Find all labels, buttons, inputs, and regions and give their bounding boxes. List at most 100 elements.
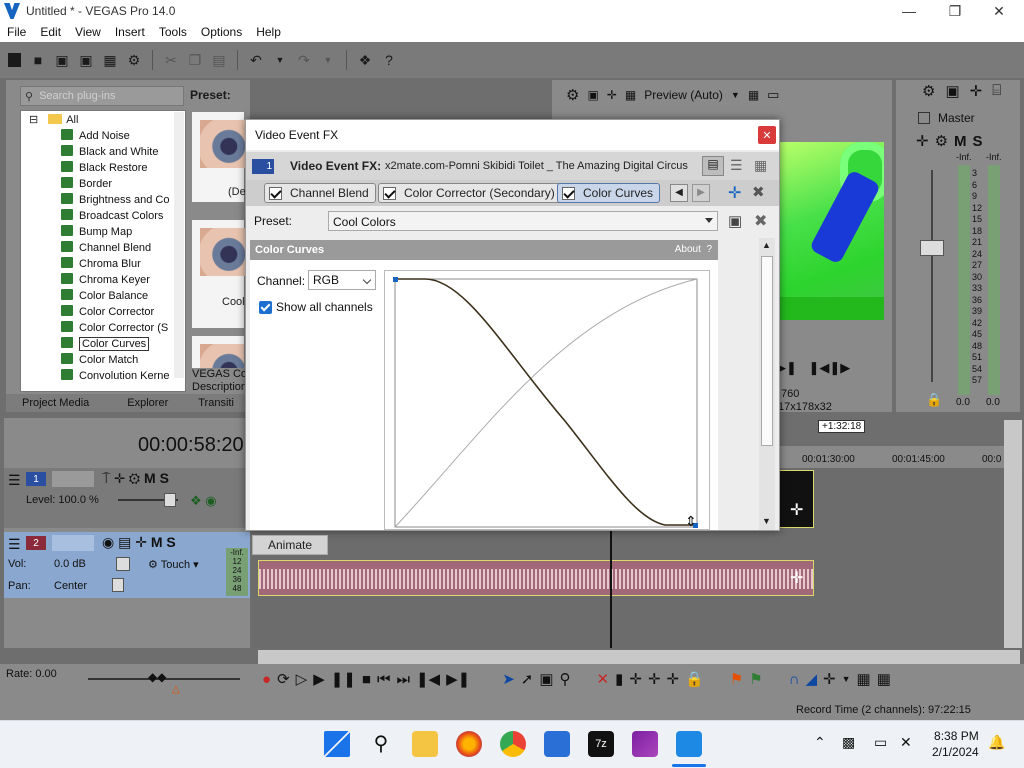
menu-view[interactable]: View	[68, 25, 108, 39]
plugin-item[interactable]: Border	[61, 177, 112, 190]
plugin-item[interactable]: Color Corrector (S	[61, 321, 168, 334]
grid-view-icon[interactable]: ▦	[754, 157, 767, 174]
menu-tools[interactable]: Tools	[152, 25, 194, 39]
open-folder-icon[interactable]: ■	[28, 50, 48, 70]
properties-gear-icon[interactable]: ⚙	[124, 50, 144, 70]
redo-history-icon[interactable]: ▼	[318, 50, 338, 70]
go-to-end-icon[interactable]: ⏭	[396, 671, 410, 688]
preset-dropdown[interactable]: Cool Colors	[328, 211, 718, 231]
zoom-tool-icon[interactable]: ⚲	[560, 670, 571, 688]
chrome-icon[interactable]	[500, 731, 526, 757]
play-from-start-icon[interactable]: ▷	[296, 670, 308, 688]
tab-transitions[interactable]: Transiti	[178, 397, 244, 409]
channel-dropdown[interactable]: RGB	[308, 270, 376, 290]
track-name-field[interactable]	[52, 535, 94, 551]
save-icon[interactable]: ▣	[52, 50, 72, 70]
7zip-icon[interactable]: 7z	[588, 731, 614, 757]
vegas-taskbar-icon[interactable]	[676, 731, 702, 757]
stop-icon[interactable]: ■	[362, 671, 371, 688]
redo-icon[interactable]: ↷	[294, 50, 314, 70]
ignore-grouping-icon[interactable]: ▦	[877, 670, 891, 688]
dialog-scrollbar[interactable]: ▲ ▼	[759, 238, 775, 530]
paste-icon[interactable]: ▤	[209, 50, 229, 70]
menu-options[interactable]: Options	[194, 25, 249, 39]
auto-crossfade-icon[interactable]: ◢	[805, 670, 817, 688]
auto-ripple-icon[interactable]: ✛	[823, 670, 836, 688]
mute-button[interactable]: M	[954, 133, 967, 150]
plugin-tree[interactable]: ⊟ All Add Noise Black and White Black Resto…	[20, 110, 186, 392]
notepad-icon[interactable]	[544, 731, 570, 757]
plugin-tree-scrollbar[interactable]	[174, 112, 184, 378]
fx-enable-checkbox[interactable]	[269, 186, 282, 200]
trim-end-icon[interactable]: ✛	[648, 670, 661, 688]
scroll-thumb[interactable]	[761, 256, 773, 446]
animate-button[interactable]: Animate	[252, 535, 328, 555]
collapse-track-icon[interactable]: ☰	[8, 472, 21, 489]
track-header-video[interactable]: ☰ 1 ⍑ ✛ ⚙ M S Level: 100.0 % ❖ ◉	[4, 468, 250, 528]
preset-thumbnail[interactable]	[192, 336, 244, 368]
chain-fx-color-corrector-secondary[interactable]: Color Corrector (Secondary)	[378, 183, 562, 203]
about-link[interactable]: About ?	[675, 244, 712, 255]
whats-this-help-icon[interactable]: ?	[379, 50, 399, 70]
rate-slider[interactable]: ◆◆	[148, 670, 166, 684]
plugin-item[interactable]: Add Noise	[61, 129, 130, 142]
lock-event-icon[interactable]: 🔒	[685, 670, 704, 688]
plugin-item[interactable]: Color Balance	[61, 289, 148, 302]
chain-view-icon[interactable]: ▤	[702, 156, 724, 176]
list-view-icon[interactable]: ☰	[730, 157, 743, 174]
normal-edit-tool-icon[interactable]: ➤	[502, 670, 515, 688]
volume-muted-icon[interactable]: ✕	[900, 734, 912, 751]
save-as-icon[interactable]: ▣	[76, 50, 96, 70]
audio-event[interactable]	[258, 560, 814, 596]
search-icon[interactable]: ⚲	[368, 731, 394, 757]
show-all-channels-checkbox[interactable]: Show all channels	[259, 300, 373, 314]
remove-fx-icon[interactable]: ✖	[752, 183, 765, 201]
fx-enable-checkbox[interactable]	[562, 186, 575, 200]
playhead[interactable]	[610, 530, 612, 648]
delete-preset-icon[interactable]: ✖	[754, 211, 767, 231]
new-file-icon[interactable]	[4, 50, 24, 70]
dialog-close-button[interactable]: ✕	[758, 126, 776, 144]
network-icon[interactable]: ▩	[842, 734, 855, 751]
lock-icon[interactable]: 🔒	[926, 392, 942, 408]
split-screen-icon[interactable]: ✛	[607, 88, 617, 102]
plugin-item[interactable]: Channel Blend	[61, 241, 151, 254]
track-name-field[interactable]	[52, 471, 94, 487]
pause-icon[interactable]: ❚❚	[331, 670, 356, 688]
visual-studio-icon[interactable]	[632, 731, 658, 757]
scroll-down-icon[interactable]: ▼	[762, 516, 771, 526]
tab-project-media[interactable]: Project Media	[6, 397, 99, 409]
trim-start-icon[interactable]: ✛	[629, 670, 642, 688]
region-icon[interactable]: ⚑	[749, 670, 762, 688]
firefox-icon[interactable]	[456, 731, 482, 757]
fx-icon[interactable]: ⌸	[992, 82, 1001, 100]
loop-icon[interactable]: ⟳	[277, 670, 290, 688]
selection-tool-icon[interactable]: ▣	[539, 670, 553, 688]
preview-quality-dropdown[interactable]: Preview (Auto)	[644, 88, 723, 102]
plugin-search-input[interactable]: ⚲ Search plug-ins	[20, 86, 184, 106]
automation-mode[interactable]: ⚙ Touch ▾	[148, 558, 199, 571]
undo-icon[interactable]: ↶	[246, 50, 266, 70]
minimize-button[interactable]: —	[886, 0, 932, 22]
gear-icon[interactable]: ⚙	[566, 86, 579, 104]
volume-slider[interactable]	[116, 557, 130, 571]
file-explorer-icon[interactable]	[412, 731, 438, 757]
lock-envelopes-icon[interactable]: ▦	[857, 670, 871, 688]
fx-icon[interactable]: ✛	[916, 132, 929, 150]
preset-thumbnail-cool[interactable]: Cool	[192, 220, 248, 328]
trim-icon[interactable]: ▮	[615, 670, 623, 688]
chevron-up-icon[interactable]: ⌃	[814, 734, 826, 751]
menu-help[interactable]: Help	[249, 25, 288, 39]
chain-scroll-right-icon[interactable]: ▶	[692, 184, 710, 202]
master-select-icon[interactable]	[918, 112, 930, 124]
cut-icon[interactable]: ✂	[161, 50, 181, 70]
gear-icon[interactable]: ⚙	[922, 82, 935, 100]
chain-fx-color-curves[interactable]: Color Curves	[557, 183, 661, 203]
menu-file[interactable]: File	[0, 25, 33, 39]
chain-fx-channel-blend[interactable]: Channel Blend	[264, 183, 376, 203]
plugin-item[interactable]: Chroma Keyer	[61, 273, 150, 286]
system-clock[interactable]: 8:38 PM 2/1/2024	[932, 728, 979, 760]
master-volume-fader[interactable]	[920, 240, 944, 256]
delete-icon[interactable]: ✕	[597, 670, 610, 688]
track-header-audio[interactable]: ☰ 2 ◉ ▤ ✛ M S Vol: 0.0 dB ⚙ Touch ▾ Pan:…	[4, 532, 250, 598]
